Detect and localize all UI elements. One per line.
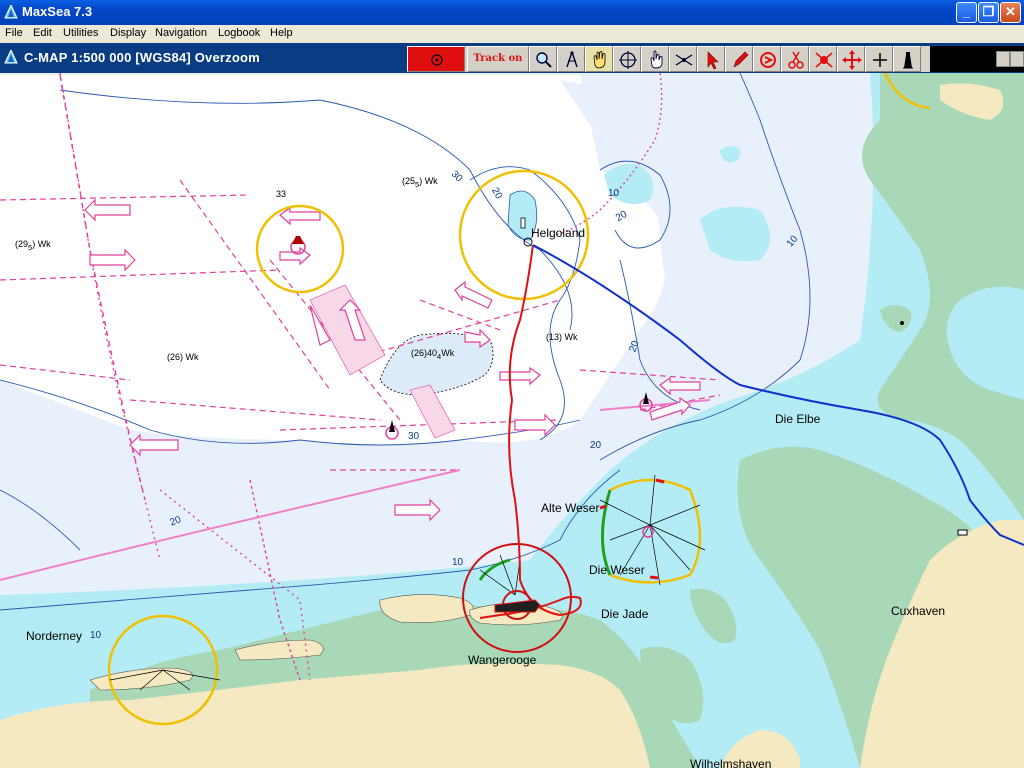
contour-label-10c: 10 xyxy=(452,557,464,568)
layer-icon[interactable] xyxy=(996,51,1010,67)
contour-label-30b: 30 xyxy=(408,431,420,442)
move-button[interactable] xyxy=(837,46,865,72)
hand-point-button[interactable] xyxy=(641,46,669,72)
crosshair-button[interactable] xyxy=(613,46,641,72)
layer2-icon[interactable] xyxy=(1010,51,1024,67)
chart-map[interactable]: Helgoland Die Elbe Alte Weser Die Weser … xyxy=(0,73,1024,768)
label-norderney: Norderney xyxy=(26,629,83,643)
menu-display[interactable]: Display xyxy=(110,27,146,39)
route-icon xyxy=(760,52,776,68)
route-button[interactable] xyxy=(753,46,781,72)
menu-edit[interactable]: Edit xyxy=(33,27,52,39)
window-title: MaxSea 7.3 xyxy=(22,4,93,19)
pan-button[interactable] xyxy=(585,46,613,72)
scissors-icon xyxy=(788,51,804,69)
stop-button[interactable] xyxy=(407,46,465,72)
label-alte-weser: Alte Weser xyxy=(541,501,600,515)
wreck-label-25: (255) Wk xyxy=(402,176,438,189)
label-cuxhaven: Cuxhaven xyxy=(891,604,946,618)
select-button[interactable] xyxy=(697,46,725,72)
menu-help[interactable]: Help xyxy=(270,27,293,39)
track-on-button[interactable]: Track on xyxy=(467,46,529,72)
compass-button[interactable] xyxy=(557,46,585,72)
contour-label-10d: 10 xyxy=(90,630,102,641)
chart-scale-title: C-MAP 1:500 000 [WGS84] Overzoom xyxy=(24,50,260,65)
menu-logbook[interactable]: Logbook xyxy=(218,27,260,39)
cursor-button[interactable] xyxy=(865,46,893,72)
label-wilhelmshaven: Wilhelmshaven xyxy=(690,757,772,768)
compass-icon xyxy=(566,51,578,68)
hand-point-icon xyxy=(650,50,663,69)
menu-navigation[interactable]: Navigation xyxy=(155,27,207,39)
pencil-button[interactable] xyxy=(725,46,753,72)
restore-button[interactable]: ❐ xyxy=(978,2,999,23)
label-wangerooge: Wangerooge xyxy=(468,653,537,667)
cut-button[interactable] xyxy=(781,46,809,72)
wreck-label-29: (295) Wk xyxy=(15,239,51,252)
menu-utilities[interactable]: Utilities xyxy=(63,27,98,39)
chart-window-icon xyxy=(4,50,18,64)
lighthouse-button[interactable] xyxy=(893,46,921,72)
wreck-label-26: (26) Wk xyxy=(167,352,199,362)
title-bar: MaxSea 7.3 _ ❐ ✕ xyxy=(0,0,1024,25)
zoom-button[interactable] xyxy=(529,46,557,72)
chart-toolbar: Track on xyxy=(407,46,930,72)
pencil-icon xyxy=(733,51,749,68)
crosshair-icon xyxy=(619,51,637,69)
waypoint-button[interactable] xyxy=(809,46,837,72)
hand-pan-icon xyxy=(593,51,606,69)
menu-bar: File Edit Utilities Display Navigation L… xyxy=(0,25,1024,43)
maxsea-logo-icon xyxy=(4,5,18,19)
arrow-select-icon xyxy=(707,51,719,70)
contour-label-10: 10 xyxy=(608,188,620,199)
menu-file[interactable]: File xyxy=(5,27,23,39)
label-die-elbe: Die Elbe xyxy=(775,412,821,426)
move-icon xyxy=(842,50,862,70)
wreck-label-26b: (26)404Wk xyxy=(411,348,455,361)
zoom-icon xyxy=(536,52,552,68)
measure-button[interactable] xyxy=(669,46,697,72)
label-die-weser: Die Weser xyxy=(589,563,645,577)
measure-icon xyxy=(675,54,693,66)
close-button[interactable]: ✕ xyxy=(1000,2,1021,23)
contour-label-20d: 20 xyxy=(590,440,602,451)
label-helgoland: Helgoland xyxy=(531,226,586,240)
stop-icon xyxy=(431,54,443,66)
waypoint-icon xyxy=(815,52,833,68)
right-toolbar xyxy=(930,46,1024,72)
lighthouse-icon xyxy=(903,52,913,69)
plus-cursor-icon xyxy=(873,53,887,67)
label-die-jade: Die Jade xyxy=(601,607,649,621)
wreck-label-13: (13) Wk xyxy=(546,332,578,342)
minimize-button[interactable]: _ xyxy=(956,2,977,23)
sounding-33: 33 xyxy=(276,189,287,199)
